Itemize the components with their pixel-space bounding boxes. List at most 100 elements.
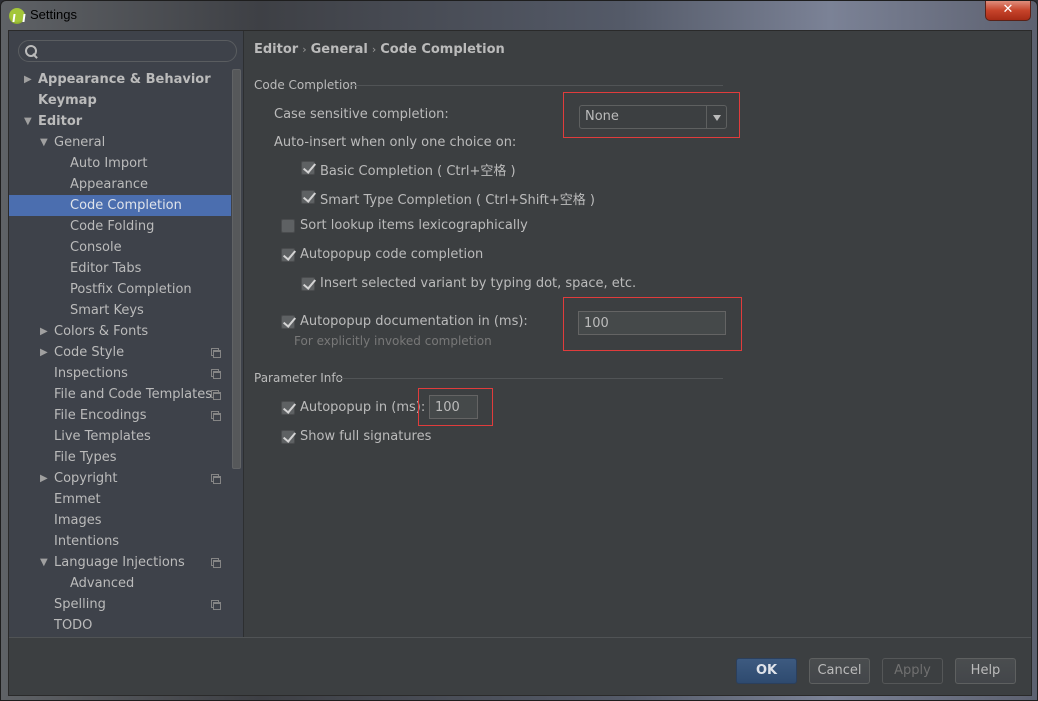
breadcrumb-code-completion: Code Completion — [380, 42, 505, 57]
code-completion-group-title: Code Completion — [254, 78, 358, 92]
smart-type-completion-label[interactable]: Smart Type Completion ( Ctrl+Shift+空格 ) — [320, 189, 595, 208]
sidebar-item-appearance[interactable]: Appearance — [9, 174, 231, 195]
search-icon — [23, 43, 39, 59]
autopopup-doc-checkbox[interactable] — [281, 315, 295, 329]
sidebar-item-todo[interactable]: TODO — [9, 615, 231, 636]
sidebar-item-label: Appearance & Behavior — [38, 72, 211, 87]
expanded-arrow-icon[interactable]: ▼ — [40, 552, 50, 573]
sidebar-item-label: Emmet — [54, 492, 101, 507]
project-scope-icon — [211, 390, 221, 400]
sidebar-item-language-injections[interactable]: ▼ Language Injections — [9, 552, 231, 573]
sidebar-item-label: Console — [70, 240, 122, 255]
auto-insert-label: Auto-insert when only one choice on: — [274, 135, 517, 150]
sidebar-item-colors-fonts[interactable]: ▶ Colors & Fonts — [9, 321, 231, 342]
expanded-arrow-icon[interactable]: ▼ — [40, 132, 50, 153]
sort-lookup-label[interactable]: Sort lookup items lexicographically — [300, 218, 528, 233]
collapsed-arrow-icon[interactable]: ▶ — [40, 468, 50, 489]
sidebar-item-label: Advanced — [70, 576, 135, 591]
sidebar-item-file-and-code-templates[interactable]: File and Code Templates — [9, 384, 231, 405]
settings-content: Editor › General › Code Completion Code Comp… — [245, 31, 1031, 637]
case-sensitive-label: Case sensitive completion: — [274, 107, 449, 122]
sidebar-item-label: Copyright — [54, 471, 118, 486]
sidebar-item-code-style[interactable]: ▶ Code Style — [9, 342, 231, 363]
basic-completion-label[interactable]: Basic Completion ( Ctrl+空格 ) — [320, 160, 516, 179]
sidebar-item-label: Spelling — [54, 597, 106, 612]
sidebar-item-file-types[interactable]: File Types — [9, 447, 231, 468]
sidebar-item-label: Auto Import — [70, 156, 148, 171]
sidebar-item-label: Code Style — [54, 345, 125, 360]
sidebar-item-intentions[interactable]: Intentions — [9, 531, 231, 552]
sidebar-item-code-folding[interactable]: Code Folding — [9, 216, 231, 237]
help-button[interactable]: Help — [955, 658, 1016, 684]
close-icon: ✕ — [1002, 2, 1014, 17]
window-title: Settings — [30, 7, 77, 22]
collapsed-arrow-icon[interactable]: ▶ — [24, 69, 34, 90]
autopopup-doc-hint: For explicitly invoked completion — [294, 334, 492, 348]
project-scope-icon — [211, 474, 221, 484]
breadcrumb-editor: Editor — [254, 42, 299, 57]
sidebar-item-copyright[interactable]: ▶ Copyright — [9, 468, 231, 489]
insert-selected-checkbox[interactable] — [301, 277, 315, 291]
sidebar-item-keymap[interactable]: Keymap — [9, 90, 231, 111]
sidebar-item-inspections[interactable]: Inspections — [9, 363, 231, 384]
sidebar-item-emmet[interactable]: Emmet — [9, 489, 231, 510]
ok-button[interactable]: OK — [736, 658, 797, 684]
sidebar-item-postfix-completion[interactable]: Postfix Completion — [9, 279, 231, 300]
cancel-button[interactable]: Cancel — [809, 658, 870, 684]
dialog-body: ▶ Appearance & Behavior Keymap ▼ Editor ▼ Gene… — [8, 30, 1032, 696]
sidebar-item-appearance-behavior[interactable]: ▶ Appearance & Behavior — [9, 69, 231, 90]
sidebar-item-editor-tabs[interactable]: Editor Tabs — [9, 258, 231, 279]
android-studio-icon — [9, 8, 25, 24]
project-scope-icon — [211, 369, 221, 379]
sidebar-item-label: Live Templates — [54, 429, 151, 444]
collapsed-arrow-icon[interactable]: ▶ — [40, 342, 50, 363]
title-bar[interactable]: Settings ✕ — [1, 1, 1037, 30]
sidebar-item-live-templates[interactable]: Live Templates — [9, 426, 231, 447]
show-full-signatures-label[interactable]: Show full signatures — [300, 429, 431, 444]
close-button[interactable]: ✕ — [985, 1, 1031, 21]
sidebar-item-label: Code Folding — [70, 219, 155, 234]
autopopup-doc-label[interactable]: Autopopup documentation in (ms): — [300, 314, 528, 329]
sidebar-item-code-completion[interactable]: Code Completion — [9, 195, 231, 216]
highlight-box — [563, 297, 742, 351]
autopopup-param-checkbox[interactable] — [281, 401, 295, 415]
show-full-signatures-checkbox[interactable] — [281, 430, 295, 444]
project-scope-icon — [211, 600, 221, 610]
sidebar-item-label: TODO — [54, 618, 93, 633]
highlight-box — [418, 388, 493, 426]
sidebar-item-general[interactable]: ▼ General — [9, 132, 231, 153]
scrollbar-thumb[interactable] — [232, 69, 241, 469]
sidebar-item-smart-keys[interactable]: Smart Keys — [9, 300, 231, 321]
search-box[interactable] — [18, 40, 237, 62]
sidebar-item-auto-import[interactable]: Auto Import — [9, 153, 231, 174]
expanded-arrow-icon[interactable]: ▼ — [24, 111, 34, 132]
sidebar-item-console[interactable]: Console — [9, 237, 231, 258]
sidebar-item-label: File Types — [54, 450, 117, 465]
highlight-box — [563, 92, 740, 138]
sidebar-item-editor[interactable]: ▼ Editor — [9, 111, 231, 132]
basic-completion-checkbox[interactable] — [301, 161, 315, 175]
sidebar-item-images[interactable]: Images — [9, 510, 231, 531]
sort-lookup-checkbox[interactable] — [281, 219, 295, 233]
sidebar-item-label: Editor Tabs — [70, 261, 142, 276]
search-input[interactable] — [41, 42, 231, 60]
smart-type-completion-checkbox[interactable] — [301, 190, 315, 204]
sidebar-item-label: Code Completion — [70, 198, 182, 213]
settings-window: Settings ✕ ▶ Appearance & Behavior Keymap ▼… — [0, 0, 1038, 701]
sidebar-item-label: Postfix Completion — [70, 282, 192, 297]
sidebar-item-advanced[interactable]: Advanced — [9, 573, 231, 594]
sidebar-scrollbar[interactable] — [231, 69, 241, 471]
insert-selected-label[interactable]: Insert selected variant by typing dot, s… — [320, 276, 636, 291]
dialog-footer: OK Cancel Apply Help — [9, 637, 1031, 695]
apply-button[interactable]: Apply — [882, 658, 943, 684]
project-scope-icon — [211, 558, 221, 568]
sidebar-item-file-encodings[interactable]: File Encodings — [9, 405, 231, 426]
autopopup-code-label[interactable]: Autopopup code completion — [300, 247, 483, 262]
sidebar-item-label: Inspections — [54, 366, 128, 381]
autopopup-param-label[interactable]: Autopopup in (ms): — [300, 400, 425, 415]
collapsed-arrow-icon[interactable]: ▶ — [40, 321, 50, 342]
sidebar-item-label: File and Code Templates — [54, 387, 212, 402]
sidebar-item-spelling[interactable]: Spelling — [9, 594, 231, 615]
group-divider — [337, 378, 723, 379]
autopopup-code-checkbox[interactable] — [281, 248, 295, 262]
